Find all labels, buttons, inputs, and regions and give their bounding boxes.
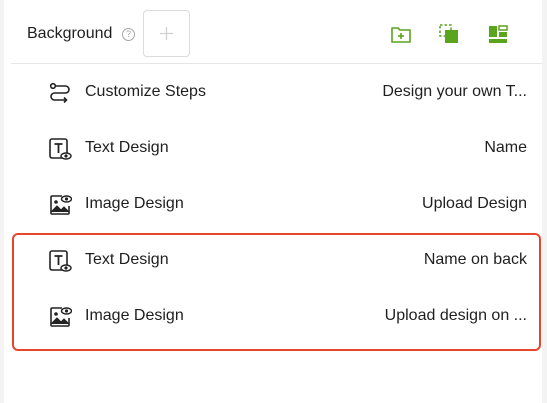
image-design-icon — [50, 195, 72, 215]
list-item-text-design[interactable]: Text Design Name — [4, 120, 542, 176]
row-label: Customize Steps — [85, 83, 206, 100]
list-item-customize-steps[interactable]: Customize Steps Design your own T... — [4, 64, 542, 120]
add-background-button[interactable] — [143, 10, 190, 57]
folder-add-icon[interactable] — [390, 23, 412, 45]
highlight-box — [12, 233, 541, 351]
list-item-image-design[interactable]: Image Design Upload Design — [4, 176, 542, 232]
copy-icon[interactable] — [438, 23, 460, 45]
row-value: Upload Design — [422, 195, 527, 212]
row-value: Design your own T... — [382, 83, 527, 100]
row-label: Image Design — [85, 195, 184, 212]
steps-icon — [49, 82, 70, 104]
layout-icon[interactable] — [487, 23, 509, 45]
panel-header: Background ? — [4, 0, 542, 63]
row-value: Name — [484, 139, 527, 156]
row-label: Text Design — [85, 139, 169, 156]
plus-icon — [160, 27, 173, 40]
text-design-icon — [49, 138, 72, 160]
question-circle-icon[interactable]: ? — [122, 28, 135, 41]
panel-title: Background — [27, 25, 113, 42]
